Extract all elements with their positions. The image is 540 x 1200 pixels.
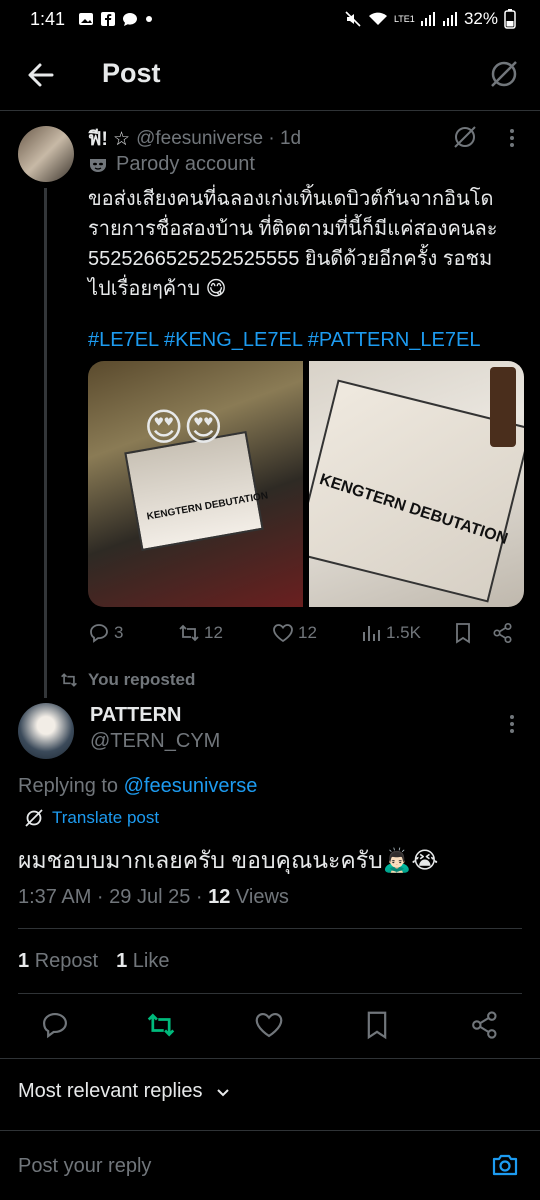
replies-sort-dropdown[interactable]: Most relevant replies — [18, 1080, 231, 1103]
replies-sort-label: Most relevant replies — [18, 1080, 203, 1102]
arrow-left-icon — [28, 63, 54, 87]
heart-eyes-emoji: 😍😍 — [144, 407, 224, 449]
repost-icon — [61, 673, 77, 687]
more-vertical-icon — [510, 715, 514, 733]
grok-icon — [454, 126, 476, 148]
hashtag-links[interactable]: #LE7EL #KENG_LE7EL #PATTERN_LE7EL — [88, 325, 480, 355]
reply-icon — [90, 624, 108, 643]
replying-prefix: Replying to — [18, 775, 124, 797]
camera-icon — [492, 1154, 518, 1176]
media-gallery[interactable]: 😍😍 KENGTERN DEBUTATION KENGTERN DEBUTATI… — [88, 361, 524, 607]
repost-banner-text: You reposted — [88, 670, 196, 689]
author-row: ฟี! ☆ @feesuniverse · 1d — [88, 124, 301, 154]
status-bar: 1:41 LTE1 32% — [0, 0, 540, 40]
reply-icon[interactable] — [40, 1010, 70, 1040]
author-handle-time[interactable]: @feesuniverse · 1d — [136, 128, 301, 150]
chat-bubble-icon — [123, 13, 137, 26]
back-button[interactable] — [24, 58, 58, 92]
facebook-icon — [101, 12, 115, 26]
share-icon[interactable] — [492, 622, 514, 644]
like-button[interactable]: 12 — [272, 622, 317, 644]
parody-label: Parody account — [88, 153, 255, 176]
repost-count: 12 — [204, 623, 223, 642]
grok-icon — [25, 809, 43, 827]
post-timestamp: 1:37 AM · 29 Jul 25 · — [18, 886, 209, 908]
views-chart-icon — [363, 626, 380, 641]
bookmark-icon[interactable] — [452, 622, 474, 644]
more-options-button[interactable] — [502, 126, 522, 150]
battery-percent: 32% — [463, 9, 498, 28]
post-meta: 1:37 AM · 29 Jul 25 · 12 Views — [18, 886, 289, 909]
dot-icon — [146, 16, 152, 22]
grok-icon — [491, 61, 517, 87]
mask-icon — [90, 158, 106, 172]
views-count: 12 — [208, 886, 231, 908]
post-actions: 3 12 12 1.5K — [88, 620, 524, 646]
signal-icon — [420, 12, 435, 26]
repost-banner: You reposted — [60, 670, 195, 690]
heart-icon[interactable] — [254, 1010, 284, 1040]
bookmark-icon[interactable] — [362, 1010, 392, 1040]
divider — [18, 993, 522, 994]
thread-line — [44, 188, 47, 698]
divider — [0, 1058, 540, 1059]
notification-icons — [78, 11, 154, 27]
avatar[interactable] — [18, 126, 74, 182]
like-count: 12 — [298, 623, 317, 642]
post-text: ขอส่งเสียงคนที่ฉลองเก่งเทิ้นเดบิวต์กันจา… — [88, 188, 498, 300]
header-divider — [0, 110, 540, 111]
engagement-counts: 1 Repost 1 Like — [18, 950, 169, 973]
reply-count: 3 — [114, 623, 124, 642]
gallery-icon — [79, 13, 93, 25]
post-action-bar — [0, 1000, 540, 1052]
heart-icon — [273, 624, 293, 643]
system-status: LTE1 32% — [344, 9, 516, 29]
header: Post — [0, 44, 540, 106]
mute-icon — [345, 11, 361, 27]
views-label: Views — [230, 886, 289, 908]
author-handle[interactable]: @TERN_CYM — [90, 730, 220, 753]
view-count: 1.5K — [386, 623, 421, 642]
share-icon[interactable] — [470, 1010, 500, 1040]
more-vertical-icon — [510, 129, 514, 147]
more-options-button[interactable] — [502, 712, 522, 736]
views-button[interactable]: 1.5K — [360, 622, 421, 644]
signal-icon-2 — [442, 12, 457, 26]
camera-button[interactable] — [490, 1150, 520, 1180]
grok-button[interactable] — [488, 58, 520, 90]
post-text: ผมชอบบมากเลยครับ ขอบคุณนะครับ🙇🏻‍♂️😭 — [18, 847, 439, 873]
author-name[interactable]: PATTERN — [90, 704, 181, 727]
wooden-stool — [490, 367, 516, 447]
parody-text: Parody account — [116, 153, 255, 175]
translate-label: Translate post — [52, 808, 160, 827]
translate-post-button[interactable]: Translate post — [24, 808, 159, 828]
grok-button[interactable] — [452, 124, 478, 150]
avatar[interactable] — [18, 703, 74, 759]
chevron-down-icon — [216, 1088, 229, 1096]
replying-to: Replying to @feesuniverse — [18, 775, 257, 798]
like-count-link[interactable]: 1 Like — [116, 950, 169, 973]
battery-icon — [504, 9, 516, 29]
repost-button[interactable]: 12 — [178, 622, 223, 644]
author-name[interactable]: ฟี! ☆ — [88, 124, 130, 154]
reply-button[interactable]: 3 — [88, 622, 123, 644]
repost-icon — [179, 624, 199, 642]
divider — [18, 928, 522, 929]
repost-icon[interactable] — [146, 1010, 176, 1040]
repost-count-link[interactable]: 1 Repost — [18, 950, 98, 973]
reply-input[interactable]: Post your reply — [18, 1155, 151, 1178]
replying-handle-link[interactable]: @feesuniverse — [124, 775, 258, 797]
status-time: 1:41 — [30, 9, 66, 29]
media-image-left[interactable]: 😍😍 KENGTERN DEBUTATION — [88, 361, 303, 607]
network-label: LTE1 — [393, 13, 415, 24]
page-title: Post — [102, 58, 161, 88]
wifi-icon — [368, 12, 387, 25]
media-image-right[interactable]: KENGTERN DEBUTATION — [309, 361, 524, 607]
